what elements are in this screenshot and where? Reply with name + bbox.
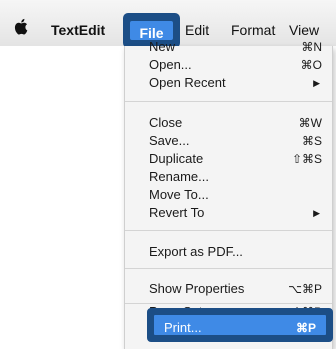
file-menu-dropdown: New ⌘N Open... ⌘O Open Recent ▶ Close ⌘W… — [124, 39, 333, 349]
menu-item-duplicate[interactable]: Duplicate ⇧⌘S — [125, 150, 332, 168]
app-menu-textedit[interactable]: TextEdit — [51, 21, 105, 39]
menu-item-open[interactable]: Open... ⌘O — [125, 56, 332, 74]
menu-item-label: Open Recent — [149, 75, 226, 90]
submenu-arrow-icon: ▶ — [313, 208, 320, 218]
shortcut-label: ⌘O — [300, 58, 322, 72]
menu-item-label: Export as PDF... — [149, 244, 243, 259]
menu-item-label: Open... — [149, 57, 192, 72]
menu-item-label: Duplicate — [149, 151, 204, 166]
menu-view[interactable]: View — [289, 21, 319, 39]
menu-item-save[interactable]: Save... ⌘S — [125, 132, 332, 150]
menu-edit[interactable]: Edit — [185, 21, 209, 39]
submenu-arrow-icon: ▶ — [313, 78, 320, 88]
menu-separator — [125, 230, 332, 231]
menu-item-revert-to[interactable]: Revert To ▶ — [125, 204, 332, 222]
shortcut-label: ⇧⌘S — [291, 152, 322, 166]
menu-item-close[interactable]: Close ⌘W — [125, 114, 332, 132]
menu-item-label: Move To... — [149, 187, 209, 202]
menu-item-label: Save... — [149, 133, 190, 148]
menu-item-label: Close — [149, 115, 183, 130]
menu-item-label: Revert To — [149, 205, 205, 220]
shortcut-label: ⌘W — [298, 116, 322, 130]
menu-item-label: New — [149, 39, 176, 54]
print-highlight: Print... ⌘P — [154, 315, 326, 335]
shortcut-label: ⌘N — [301, 40, 322, 54]
apple-logo-icon[interactable] — [14, 18, 28, 35]
shortcut-label: ⌥⌘P — [288, 282, 322, 296]
menu-item-print[interactable]: Print... ⌘P — [147, 308, 333, 342]
menu-item-label: Rename... — [149, 169, 209, 184]
menu-separator — [125, 268, 332, 269]
menu-item-open-recent[interactable]: Open Recent ▶ — [125, 74, 332, 92]
menu-item-new[interactable]: New ⌘N — [125, 38, 332, 56]
shortcut-label: ⌘P — [295, 321, 316, 335]
menu-item-rename[interactable]: Rename... — [125, 168, 332, 186]
menu-item-export-pdf[interactable]: Export as PDF... — [125, 243, 332, 261]
menu-item-move-to[interactable]: Move To... — [125, 186, 332, 204]
menu-item-label: Print... — [164, 320, 202, 335]
menu-separator — [125, 101, 332, 102]
menu-format[interactable]: Format — [231, 21, 275, 39]
menu-item-label: Show Properties — [149, 281, 245, 296]
menu-item-show-properties[interactable]: Show Properties ⌥⌘P — [125, 280, 332, 298]
shortcut-label: ⌘S — [301, 134, 322, 148]
